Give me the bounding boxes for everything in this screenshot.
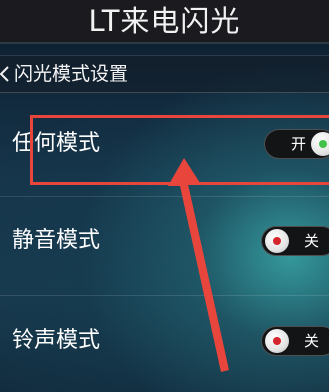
chevron-left-icon: [0, 66, 9, 82]
row-divider: [0, 295, 329, 296]
row-divider: [0, 196, 329, 197]
section-label: 闪光模式设置: [14, 63, 129, 85]
setting-label-ringtone-mode: 铃声模式: [12, 328, 101, 353]
toggle-knob: [265, 329, 289, 353]
section-header: 闪光模式设置: [0, 55, 329, 93]
page-title: LT来电闪光: [88, 4, 241, 38]
toggle-knob: [265, 229, 289, 253]
annotation-highlight-box: [30, 115, 329, 185]
silent-mode-toggle[interactable]: 关: [261, 226, 329, 256]
toggle-off-indicator: [273, 337, 281, 345]
setting-row-silent-mode[interactable]: 静音模式 关: [0, 212, 329, 272]
toggle-state-text: 关: [304, 232, 320, 250]
setting-label-silent-mode: 静音模式: [12, 228, 101, 253]
ringtone-mode-toggle[interactable]: 关: [261, 326, 329, 356]
toggle-off-indicator: [273, 237, 281, 245]
setting-row-ringtone-mode[interactable]: 铃声模式 关: [0, 312, 329, 372]
title-bar: LT来电闪光: [0, 0, 329, 44]
toggle-state-text: 关: [304, 332, 320, 350]
